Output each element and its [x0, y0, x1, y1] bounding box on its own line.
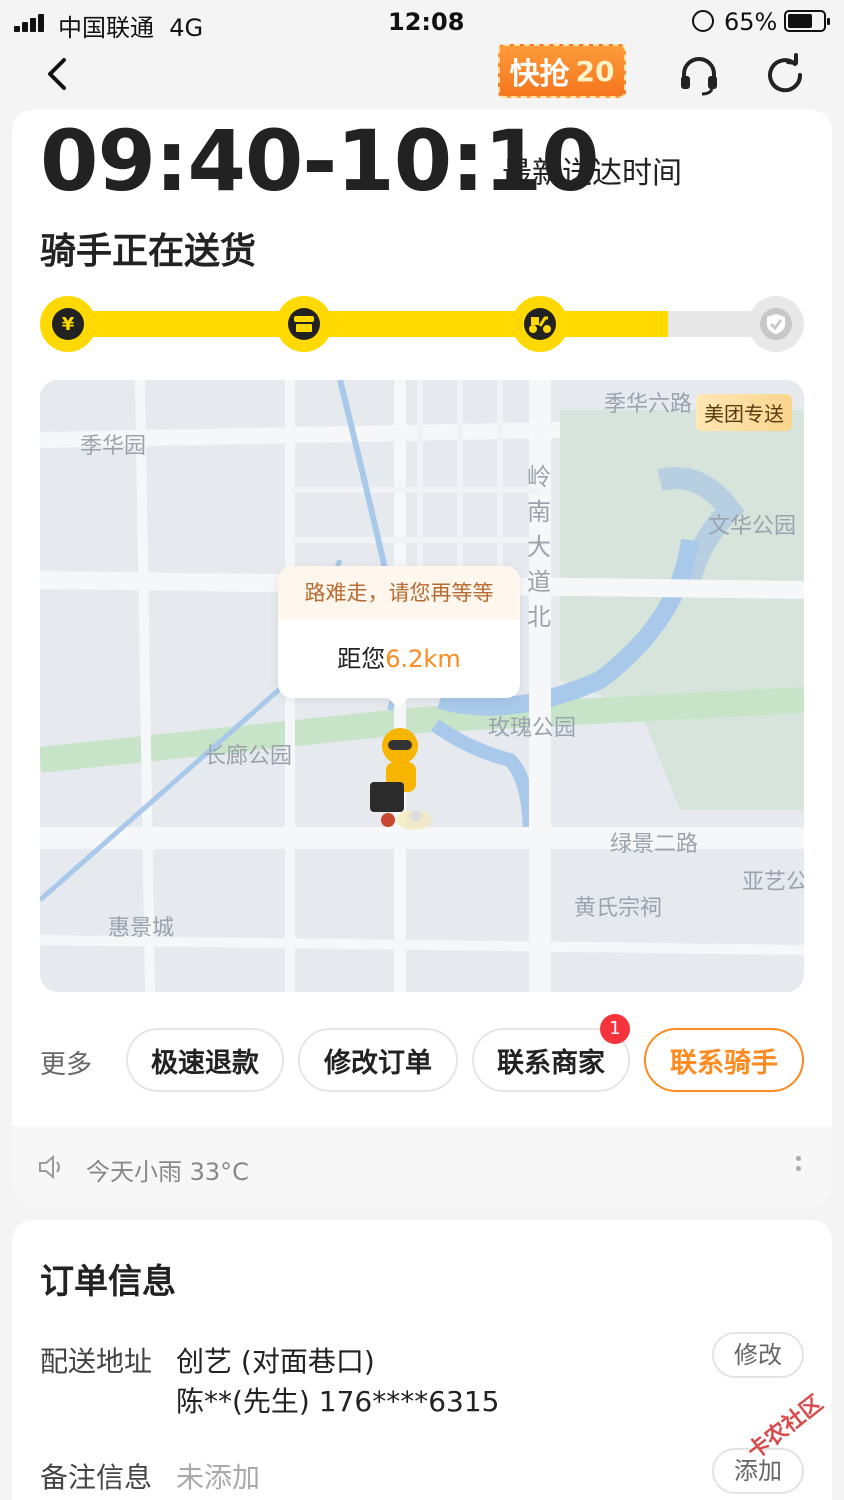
progress-fill	[60, 311, 668, 337]
step-paid: ¥	[40, 296, 96, 352]
rider-avatar-icon[interactable]	[366, 724, 436, 834]
address-label: 配送地址	[40, 1345, 153, 1378]
headset-icon[interactable]	[676, 52, 722, 98]
map-label-yayi: 亚艺公	[742, 870, 804, 895]
more-options-icon[interactable]	[794, 1154, 802, 1178]
navbar: 快抢 20	[0, 44, 844, 104]
note-label: 备注信息	[40, 1461, 153, 1494]
speaker-icon	[38, 1154, 66, 1180]
quick-refund-button[interactable]: 极速退款	[126, 1028, 284, 1092]
order-info-title: 订单信息	[40, 1262, 176, 1302]
address-line1: 创艺 (对面巷口)	[176, 1345, 375, 1378]
step-merchant	[276, 296, 332, 352]
map-label-lvjing-road: 绿景二路	[610, 832, 699, 857]
rider-distance: 距您6.2km	[337, 645, 461, 673]
carrier-label: 中国联通 4G	[58, 14, 204, 42]
weather-text: 今天小雨 33°C	[86, 1158, 249, 1186]
note-value: 未添加	[176, 1461, 261, 1494]
delivery-progress: ¥	[40, 296, 804, 352]
contact-rider-button[interactable]: 联系骑手	[644, 1028, 804, 1092]
edit-address-button[interactable]: 修改	[712, 1332, 804, 1378]
back-chevron-icon[interactable]	[38, 52, 78, 96]
modify-order-button[interactable]: 修改订单	[298, 1028, 458, 1092]
step-delivered	[748, 296, 804, 352]
rider-message-bubble: 路难走，请您再等等 距您6.2km	[278, 566, 520, 708]
promo-number: 20	[575, 54, 615, 88]
yuan-icon: ¥	[52, 308, 84, 340]
address-line2: 陈**(先生) 176****6315	[176, 1385, 500, 1418]
step-rider	[512, 296, 568, 352]
refresh-icon[interactable]	[762, 52, 808, 98]
rider-message: 路难走，请您再等等	[278, 566, 520, 620]
shield-check-icon	[760, 308, 792, 340]
map-label-huangshi: 黄氏宗祠	[574, 896, 663, 921]
more-label: 更多	[40, 1050, 93, 1080]
merchant-unread-badge: 1	[600, 1014, 630, 1044]
flash-grab-promo-button[interactable]: 快抢 20	[498, 44, 626, 98]
map-label-huijing: 惠景城	[108, 916, 175, 941]
promo-label: 快抢	[509, 57, 570, 92]
status-bar: 中国联通 4G 12:08 65%	[0, 0, 844, 44]
map-label-jihua-road: 季华六路	[604, 392, 693, 417]
battery-percent: 65%	[724, 8, 778, 36]
store-icon	[288, 308, 320, 340]
map-label-changlang-park: 长廊公园	[204, 744, 293, 769]
clock: 12:08	[388, 8, 465, 36]
delivery-status-title: 骑手正在送货	[40, 231, 257, 272]
map-label-meigui-park: 玫瑰公园	[488, 716, 577, 741]
signal-icon	[14, 12, 50, 32]
map-label-wenhua-park: 文华公园	[708, 514, 797, 539]
map-label-lingnan-road: 岭南大道北	[527, 463, 551, 631]
rider-map[interactable]: 季华六路 季华园 文华公园 玫瑰公园 长廊公园 绿景二路 亚艺公 黄氏宗祠 惠景…	[40, 380, 804, 992]
map-label-jihua-park: 季华园	[80, 434, 147, 459]
eta-label: 最新送达时间	[502, 156, 682, 191]
meituan-delivery-badge: 美团专送	[696, 394, 792, 431]
rotation-lock-icon	[692, 10, 714, 32]
scooter-icon	[524, 308, 556, 340]
battery-icon	[784, 10, 830, 32]
